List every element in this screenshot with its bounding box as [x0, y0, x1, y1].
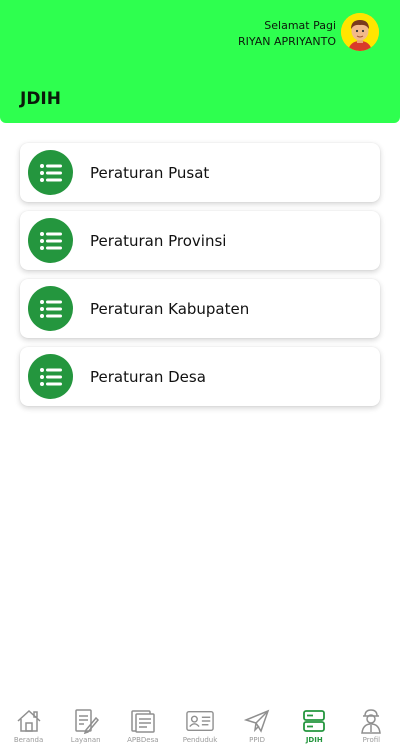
regulation-menu: Peraturan Pusat Peraturan Provinsi Perat…	[20, 143, 380, 415]
nav-label: Profil	[362, 736, 381, 744]
nav-label: Layanan	[70, 736, 101, 744]
menu-item-label: Peraturan Kabupaten	[90, 299, 250, 318]
menu-item-peraturan-pusat[interactable]: Peraturan Pusat	[20, 143, 380, 202]
page-title: JDIH	[20, 89, 61, 109]
nav-item-layanan[interactable]: Layanan	[57, 700, 114, 744]
nav-item-profil[interactable]: Profil	[343, 700, 400, 744]
bottom-nav: Beranda Layanan APBDesa Penduduk PPID JD…	[0, 700, 400, 747]
avatar[interactable]	[341, 13, 379, 51]
menu-item-peraturan-desa[interactable]: Peraturan Desa	[20, 347, 380, 406]
user-name: RIYAN APRIYANTO	[237, 35, 336, 48]
nav-label: PPID	[249, 736, 266, 744]
nav-item-apbdesa[interactable]: APBDesa	[114, 700, 171, 744]
home-icon	[15, 707, 43, 735]
nav-label: Penduduk	[182, 736, 218, 744]
nav-item-penduduk[interactable]: Penduduk	[171, 700, 228, 744]
menu-item-label: Peraturan Pusat	[90, 163, 210, 182]
app-header: Selamat Pagi RIYAN APRIYANTO JDIH	[0, 0, 400, 123]
menu-item-peraturan-kabupaten[interactable]: Peraturan Kabupaten	[20, 279, 380, 338]
greeting-text: Selamat Pagi	[264, 19, 336, 32]
nav-label: Beranda	[13, 736, 44, 744]
list-icon	[28, 150, 73, 195]
person-icon	[357, 707, 385, 735]
id-card-icon	[186, 707, 214, 735]
budget-icon	[129, 707, 157, 735]
menu-item-peraturan-provinsi[interactable]: Peraturan Provinsi	[20, 211, 380, 270]
avatar-face-icon	[341, 13, 379, 51]
nav-item-jdih[interactable]: JDIH	[286, 700, 343, 744]
nav-label: APBDesa	[127, 736, 159, 744]
list-icon	[28, 218, 73, 263]
form-icon	[72, 707, 100, 735]
nav-label: JDIH	[305, 736, 323, 744]
menu-item-label: Peraturan Provinsi	[90, 231, 227, 250]
paper-plane-icon	[243, 707, 271, 735]
greeting-block: Selamat Pagi RIYAN APRIYANTO	[238, 18, 336, 50]
list-icon	[28, 286, 73, 331]
list-icon	[28, 354, 73, 399]
nav-item-ppid[interactable]: PPID	[229, 700, 286, 744]
server-icon	[300, 707, 328, 735]
nav-item-beranda[interactable]: Beranda	[0, 700, 57, 744]
menu-item-label: Peraturan Desa	[90, 367, 206, 386]
